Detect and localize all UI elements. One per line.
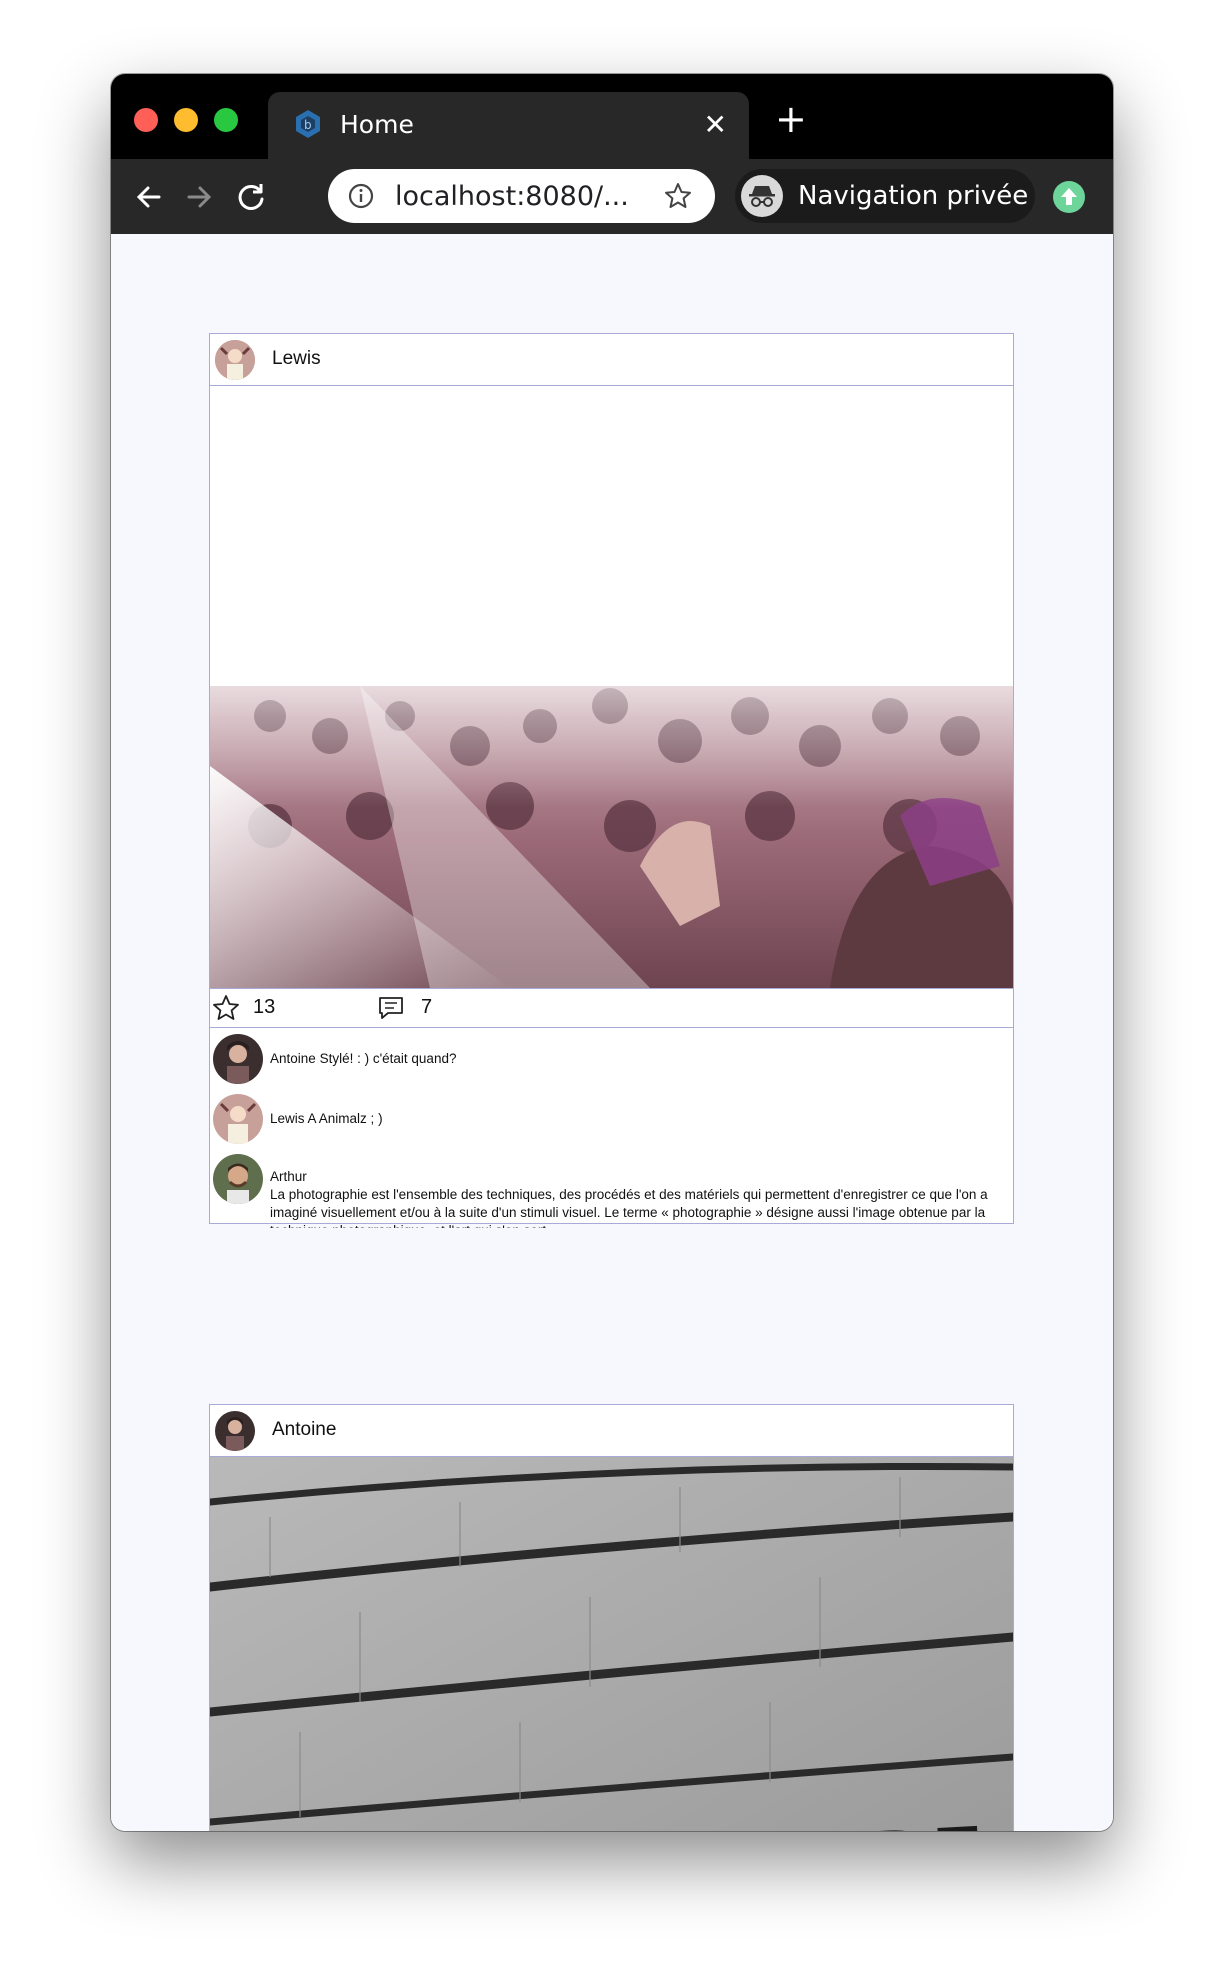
browser-window: b Home ✕ + localhost:8080/... Navigation… [111,74,1113,1831]
comment-text: Arthur La photographie est l'ensemble de… [270,1168,1005,1228]
post-header: Lewis [210,334,1013,386]
post-image[interactable] [210,386,1013,989]
post-actions: 13 7 [210,989,1013,1028]
comment-text: Lewis A Animalz ; ) [270,1110,1005,1128]
site-favicon-icon: b [296,110,320,138]
update-icon[interactable] [1053,181,1085,213]
tab-home[interactable]: b Home ✕ [268,92,749,159]
incognito-label: Navigation privée [798,181,1029,211]
comment-icon[interactable] [377,994,405,1022]
incognito-indicator[interactable]: Navigation privée [735,169,1035,223]
tab-close-icon[interactable]: ✕ [704,108,727,141]
new-tab-icon[interactable]: + [775,100,807,138]
avatar[interactable] [215,340,255,380]
comment-list: Antoine Stylé! : ) c'était quand? Lewis … [210,1028,1013,1228]
svg-text:b: b [304,118,312,132]
post-header: Antoine [210,1405,1013,1457]
tab-strip: b Home ✕ + [111,74,1113,159]
avatar[interactable] [215,1411,255,1451]
post-author[interactable]: Lewis [272,348,321,370]
comment-text: Antoine Stylé! : ) c'était quand? [270,1050,1005,1068]
post-card: Antoine [209,1404,1014,1831]
incognito-icon [741,175,783,217]
comment-body: Stylé! : ) c'était quand? [319,1051,457,1066]
comment-count: 7 [421,996,433,1018]
comment-item: Arthur La photographie est l'ensemble de… [210,1154,1013,1228]
forward-icon[interactable] [179,177,219,217]
page-content: Lewis 13 7 Antoine Stylé!:) c'était qu… [111,234,1113,1831]
post-author[interactable]: Antoine [272,1419,336,1441]
reload-icon[interactable] [231,177,271,217]
minimize-window-button[interactable] [174,108,198,132]
avatar[interactable] [213,1094,263,1144]
address-bar[interactable]: localhost:8080/... [328,169,715,223]
close-window-button[interactable] [134,108,158,132]
maximize-window-button[interactable] [214,108,238,132]
comment-body: A Animalz ; ) [307,1111,383,1126]
comment-author[interactable]: Lewis [270,1111,305,1126]
comment-item: Lewis A Animalz ; ) [210,1094,1013,1150]
avatar[interactable] [213,1034,263,1084]
post-card: Lewis 13 7 Antoine Stylé!:) c'était qu… [209,333,1014,1228]
comment-body: La photographie est l'ensemble des techn… [270,1187,988,1228]
url-text: localhost:8080/... [395,181,629,212]
post-image[interactable]: BARTOU SOLIDE [210,1457,1013,1831]
tab-title: Home [340,110,414,139]
like-star-icon[interactable] [212,994,240,1022]
info-icon[interactable] [348,183,374,209]
comment-author[interactable]: Arthur [270,1168,1005,1186]
comment-item: Antoine Stylé! : ) c'était quand? [210,1034,1013,1090]
bookmark-star-icon[interactable] [664,182,692,210]
like-count: 13 [253,996,276,1018]
avatar[interactable] [213,1154,263,1204]
toolbar: localhost:8080/... Navigation privée [111,159,1113,234]
comment-author[interactable]: Antoine [270,1051,316,1066]
back-icon[interactable] [129,177,169,217]
